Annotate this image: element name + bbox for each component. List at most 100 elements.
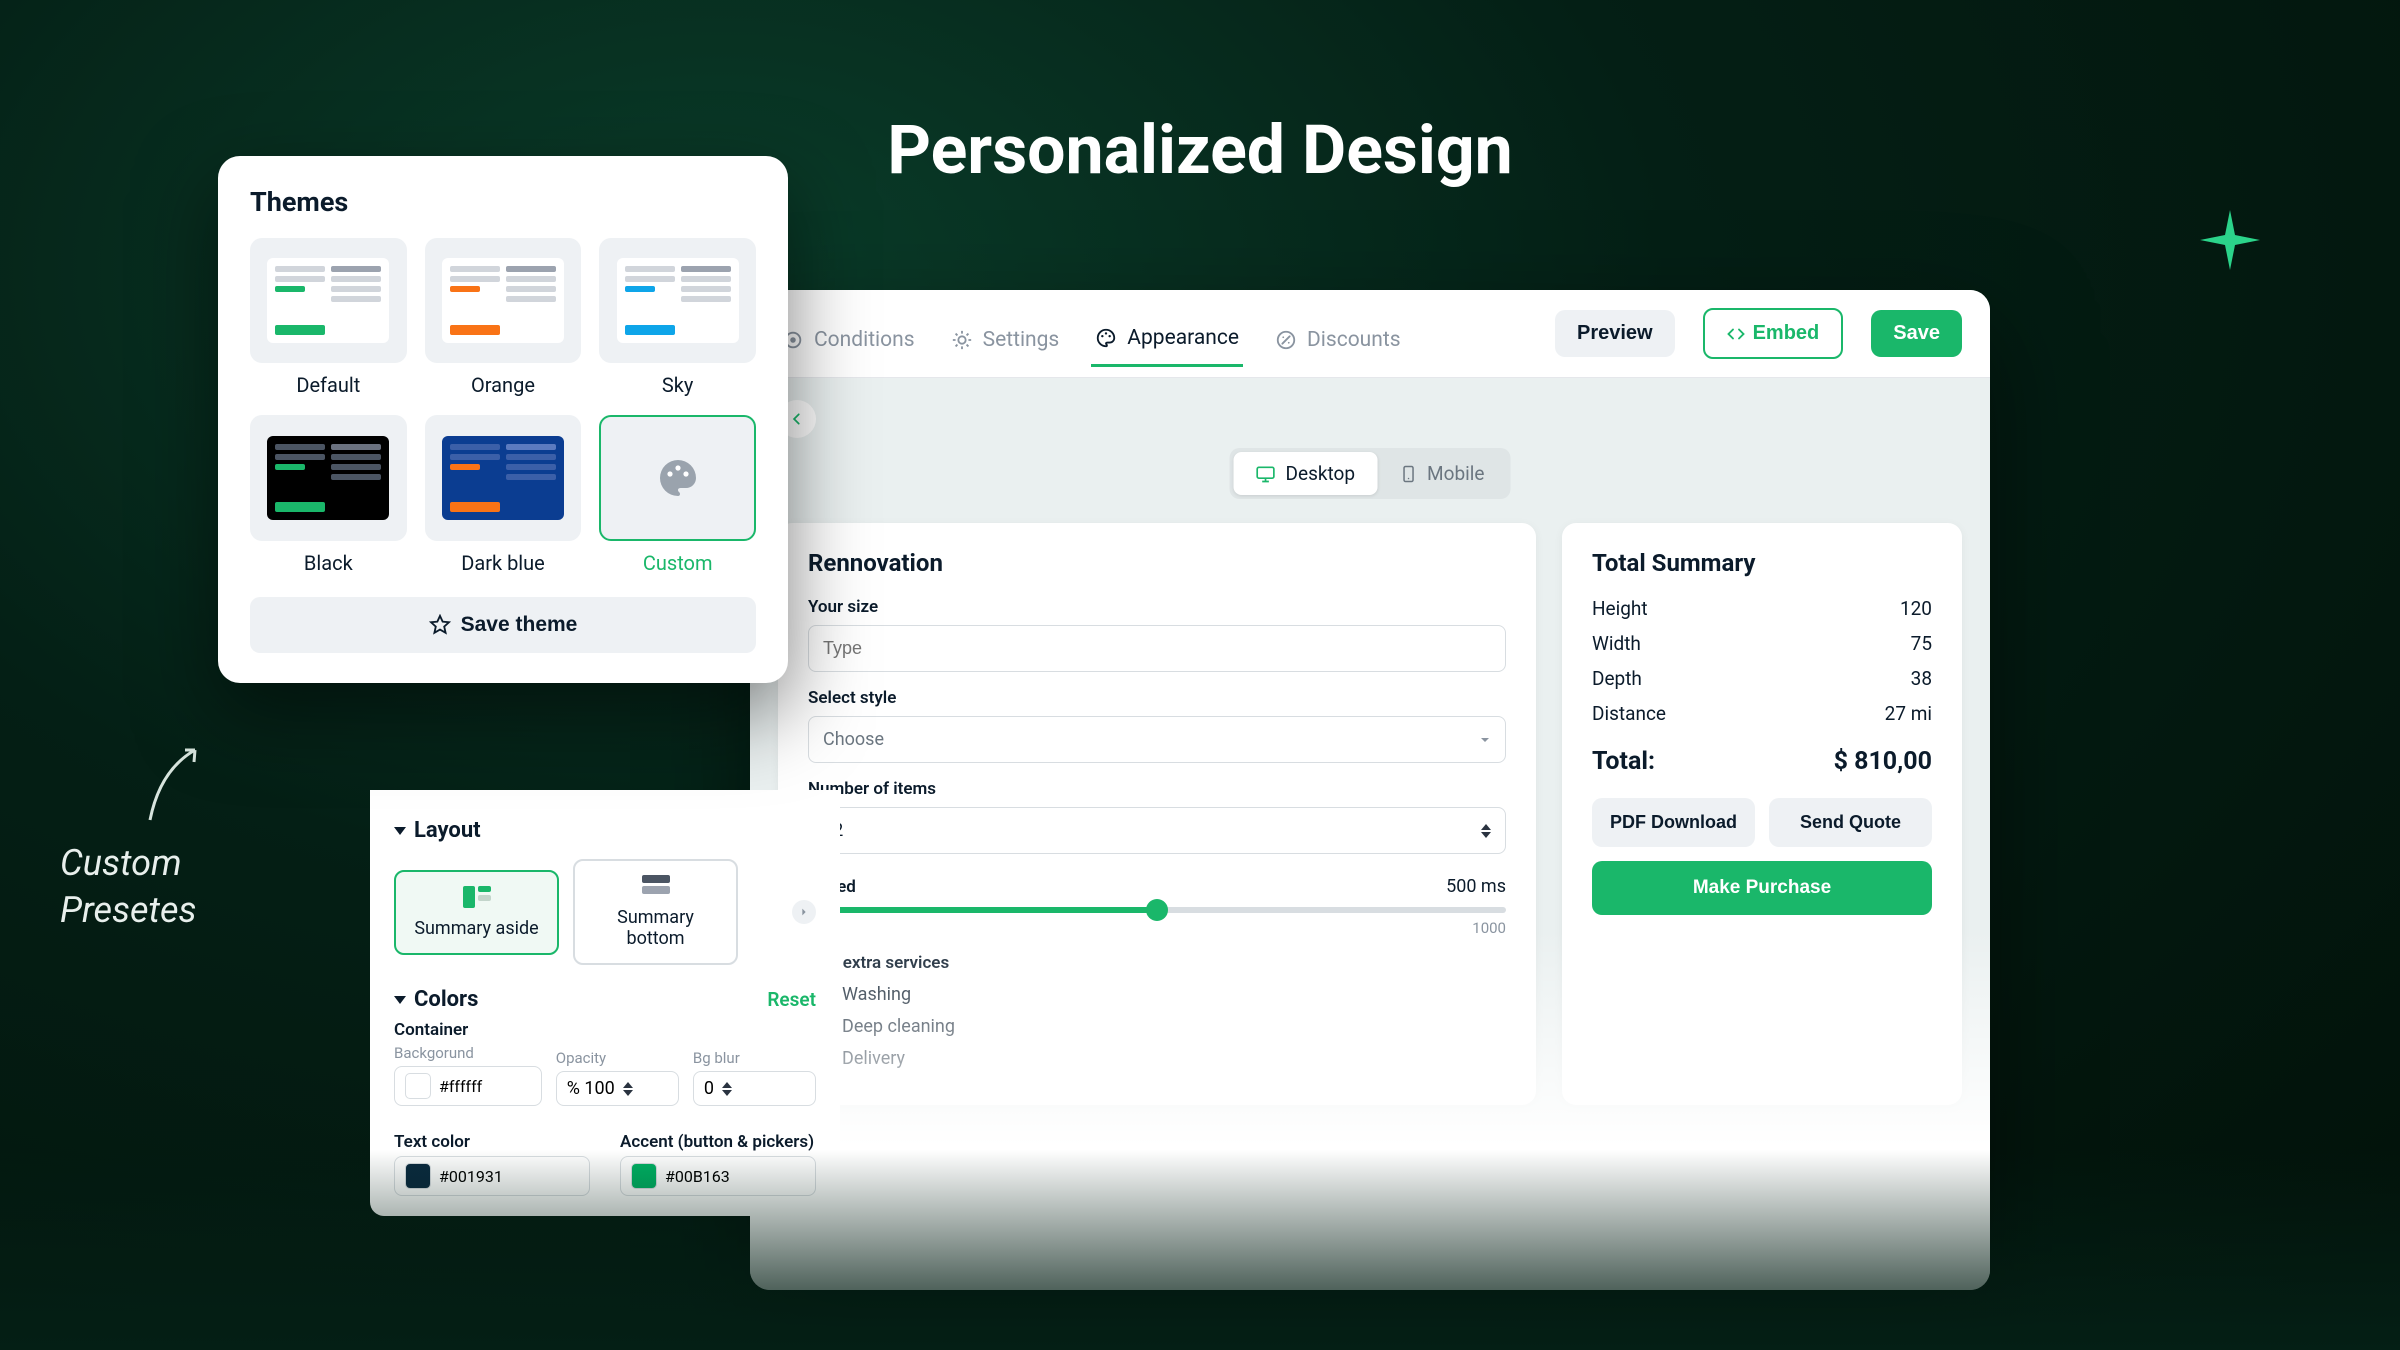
theme-label: Custom (599, 551, 756, 575)
caret-down-icon (394, 996, 406, 1004)
tab-settings[interactable]: Settings (947, 320, 1064, 366)
pdf-button[interactable]: PDF Download (1592, 798, 1755, 847)
view-toggle: Desktop Mobile (1230, 448, 1511, 499)
tab-conditions[interactable]: Conditions (778, 320, 919, 366)
mobile-icon (1399, 465, 1417, 483)
tab-appearance[interactable]: Appearance (1091, 318, 1243, 367)
embed-button[interactable]: Embed (1703, 308, 1844, 359)
tab-label: Settings (983, 328, 1060, 352)
summary-row: Depth38 (1592, 667, 1932, 690)
theme-black[interactable]: Black (250, 415, 407, 574)
summary-row: Distance27 mi (1592, 702, 1932, 725)
total-value: $ 810,00 (1834, 747, 1932, 776)
form-card: Rennovation Your size Select style Choos… (778, 523, 1536, 1105)
summary-title: Total Summary (1592, 549, 1932, 577)
accent-color-input[interactable]: #00B163 (620, 1156, 816, 1196)
layout-label: Summary bottom (617, 907, 694, 949)
purchase-button[interactable]: Make Purchase (1592, 861, 1932, 915)
accent-label: Accent (button & pickers) (620, 1132, 816, 1152)
theme-sky[interactable]: Sky (599, 238, 756, 397)
speed-slider[interactable] (808, 907, 1506, 913)
sparkle-icon (2200, 210, 2260, 270)
items-label: Number of items (808, 779, 1506, 799)
config-panel: Layout Summary aside Summary bottom Colo… (370, 790, 840, 1216)
tab-discounts[interactable]: Discounts (1271, 320, 1405, 366)
gear-icon (951, 329, 973, 351)
theme-default[interactable]: Default (250, 238, 407, 397)
embed-label: Embed (1753, 322, 1820, 345)
colors-section-header[interactable]: Colors (394, 987, 478, 1012)
blur-value: 0 (704, 1078, 714, 1099)
tab-label: Discounts (1307, 328, 1401, 352)
slider-thumb[interactable] (1146, 899, 1168, 921)
container-label: Container (394, 1020, 816, 1040)
discount-icon (1275, 329, 1297, 351)
checkbox-label: Deep cleaning (842, 1016, 955, 1037)
checkbox-delivery[interactable]: Delivery (808, 1047, 1506, 1069)
style-select[interactable]: Choose (808, 716, 1506, 763)
code-icon (1727, 325, 1745, 343)
total-label: Total: (1592, 747, 1655, 776)
theme-label: Orange (425, 373, 582, 397)
text-color-label: Text color (394, 1132, 590, 1152)
hero-title: Personalized Design (887, 110, 1513, 190)
opacity-value: % 100 (567, 1078, 615, 1099)
theme-custom[interactable]: Custom (599, 415, 756, 574)
theme-darkblue[interactable]: Dark blue (425, 415, 582, 574)
theme-label: Sky (599, 373, 756, 397)
summary-row: Width75 (1592, 632, 1932, 655)
speed-value: 500 ms (1446, 876, 1506, 897)
quote-button[interactable]: Send Quote (1769, 798, 1932, 847)
theme-label: Dark blue (425, 551, 582, 575)
toggle-label: Mobile (1427, 462, 1484, 485)
save-theme-label: Save theme (461, 613, 578, 637)
layout-label: Summary aside (414, 918, 538, 939)
text-color-input[interactable]: #001931 (394, 1156, 590, 1196)
view-mobile[interactable]: Mobile (1377, 452, 1506, 495)
color-value: #001931 (439, 1167, 503, 1186)
opacity-input[interactable]: % 100 (556, 1071, 679, 1106)
summary-row: Height120 (1592, 597, 1932, 620)
blur-label: Bg blur (693, 1049, 816, 1067)
checkbox-washing[interactable]: Washing (808, 983, 1506, 1005)
layout-bottom-option[interactable]: Summary bottom (573, 859, 738, 965)
bg-label: Backgorund (394, 1044, 542, 1062)
tab-label: Appearance (1127, 326, 1239, 350)
slider-max: 1000 (1472, 919, 1506, 937)
desktop-icon (1256, 464, 1276, 484)
view-desktop[interactable]: Desktop (1234, 452, 1378, 495)
save-button[interactable]: Save (1871, 310, 1962, 357)
blur-input[interactable]: 0 (693, 1071, 816, 1106)
checkbox-deep[interactable]: Deep cleaning (808, 1015, 1506, 1037)
section-title: Colors (414, 987, 478, 1012)
items-stepper[interactable]: 12 (808, 807, 1506, 854)
bg-color-input[interactable]: #ffffff (394, 1066, 542, 1106)
color-value: #00B163 (665, 1167, 730, 1186)
chevron-right-icon (799, 907, 809, 917)
tab-bar: Conditions Settings Appearance Discounts… (750, 290, 1990, 378)
toggle-label: Desktop (1286, 462, 1356, 485)
arrow-annotation-icon (140, 740, 210, 830)
step-up-icon[interactable] (1481, 824, 1491, 830)
summary-card: Total Summary Height120 Width75 Depth38 … (1562, 523, 1962, 1105)
checkbox-label: Delivery (842, 1048, 905, 1069)
tab-label: Conditions (814, 328, 915, 352)
extras-label: Add extra services (808, 953, 1506, 973)
step-down-icon[interactable] (1481, 832, 1491, 838)
themes-title: Themes (250, 186, 756, 218)
preview-button[interactable]: Preview (1555, 310, 1675, 357)
form-title: Rennovation (808, 549, 1506, 577)
theme-orange[interactable]: Orange (425, 238, 582, 397)
scroll-right-button[interactable] (792, 900, 816, 924)
reset-button[interactable]: Reset (767, 988, 816, 1011)
layout-aside-option[interactable]: Summary aside (394, 870, 559, 955)
size-input[interactable] (808, 625, 1506, 672)
app-body: Desktop Mobile Rennovation Your size Sel… (750, 378, 1990, 1290)
style-label: Select style (808, 688, 1506, 708)
caret-down-icon (394, 827, 406, 835)
size-label: Your size (808, 597, 1506, 617)
save-theme-button[interactable]: Save theme (250, 597, 756, 653)
theme-label: Black (250, 551, 407, 575)
star-icon (429, 614, 451, 636)
layout-section-header[interactable]: Layout (394, 818, 816, 843)
